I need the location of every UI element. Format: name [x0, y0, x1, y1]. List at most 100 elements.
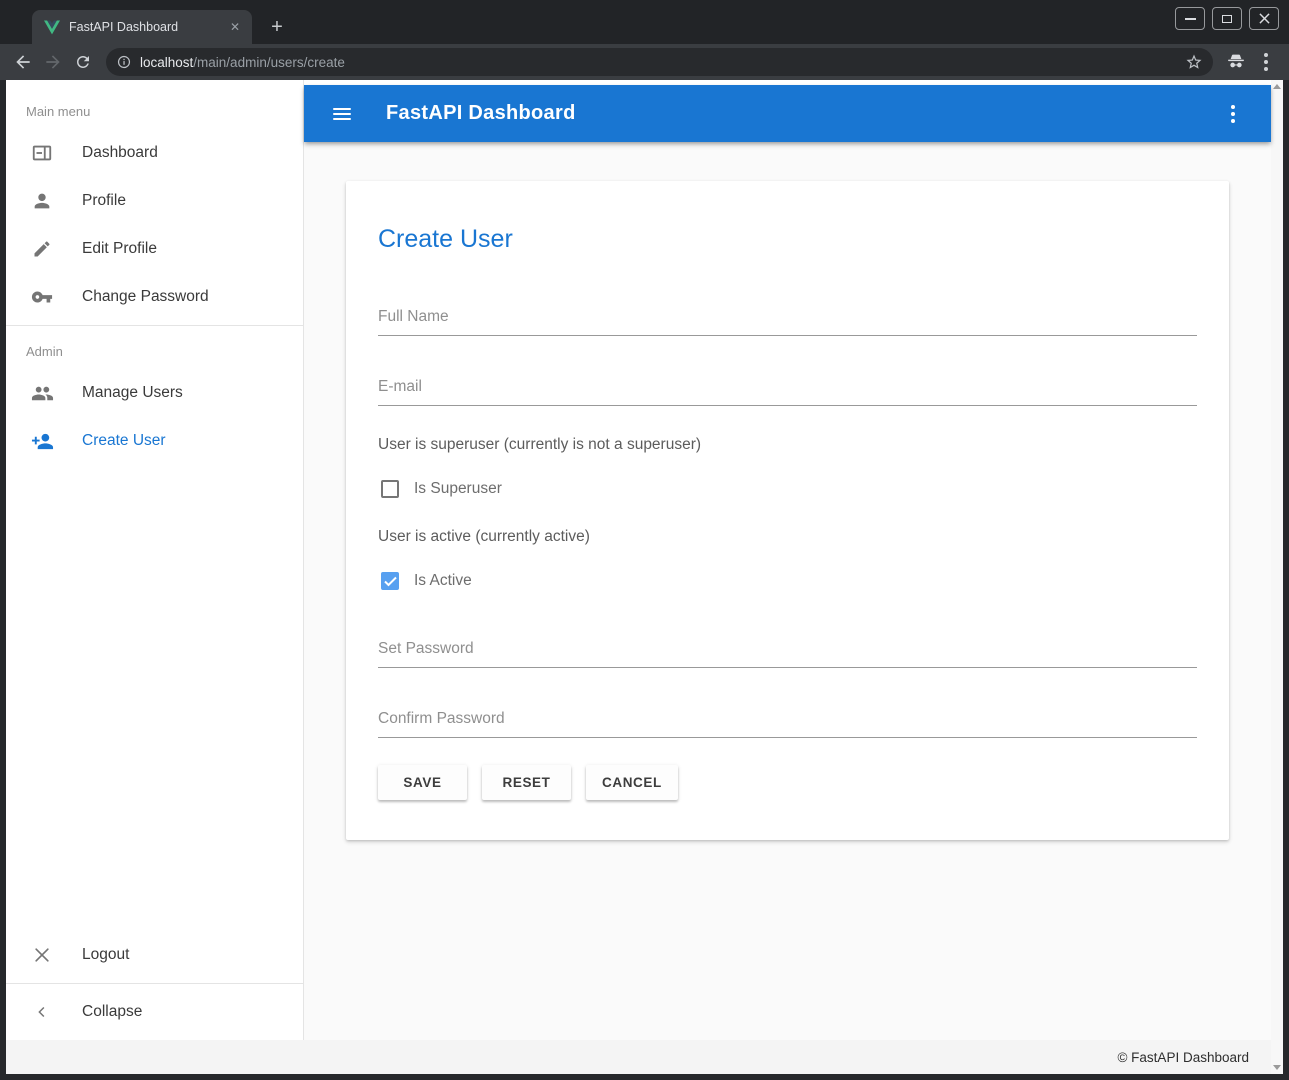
browser-tab-strip: FastAPI Dashboard ✕ +: [0, 0, 1289, 44]
footer-copyright: © FastAPI Dashboard: [1117, 1050, 1249, 1065]
maximize-icon: [1222, 15, 1232, 23]
scroll-up-icon[interactable]: [1273, 84, 1281, 89]
forward-arrow-icon: [43, 52, 63, 72]
is-active-checkbox[interactable]: [381, 572, 399, 590]
info-icon[interactable]: [116, 54, 132, 70]
full-name-input[interactable]: [378, 308, 1197, 326]
incognito-indicator: [1221, 47, 1251, 77]
page-viewport: Main menu Dashboard Profile: [0, 80, 1289, 1080]
person-icon: [30, 189, 54, 213]
sidebar-item-label: Change Password: [82, 288, 209, 306]
address-bar[interactable]: localhost/main/admin/users/create: [106, 48, 1213, 76]
email-field-wrap: [378, 378, 1197, 406]
sidebar-item-edit-profile[interactable]: Edit Profile: [6, 225, 303, 273]
sidebar-toggle-button[interactable]: [318, 90, 366, 138]
full-name-field-wrap: [378, 308, 1197, 336]
is-superuser-label: Is Superuser: [414, 480, 502, 498]
sidebar-item-logout[interactable]: Logout: [6, 931, 303, 979]
superuser-hint-text: User is superuser (currently is not a su…: [378, 436, 1197, 454]
browser-toolbar: localhost/main/admin/users/create: [0, 44, 1289, 80]
app-bar: FastAPI Dashboard: [304, 85, 1271, 142]
sidebar-item-label: Dashboard: [82, 144, 158, 162]
back-button[interactable]: [8, 47, 38, 77]
browser-tab[interactable]: FastAPI Dashboard ✕: [32, 10, 252, 44]
sidebar-item-manage-users[interactable]: Manage Users: [6, 369, 303, 417]
key-icon: [30, 285, 54, 309]
sidebar-item-profile[interactable]: Profile: [6, 177, 303, 225]
url-host: localhost: [140, 55, 193, 70]
sidebar-section-main-menu: Main menu: [6, 90, 303, 129]
minimize-icon: [1185, 18, 1196, 20]
reload-icon: [74, 53, 92, 71]
scrollbar[interactable]: [1271, 80, 1283, 1074]
bookmark-button[interactable]: [1181, 49, 1207, 75]
sidebar-item-label: Manage Users: [82, 384, 183, 402]
window-controls: [1175, 7, 1279, 30]
form-actions: SAVE RESET CANCEL: [378, 765, 1197, 800]
url-text[interactable]: localhost/main/admin/users/create: [140, 55, 1181, 70]
create-user-card: Create User User is superuser (currently…: [346, 181, 1229, 840]
vue-logo-icon: [44, 20, 60, 35]
confirm-password-field-wrap: [378, 710, 1197, 738]
new-tab-button[interactable]: +: [264, 14, 290, 40]
page-title: Create User: [378, 225, 1197, 254]
set-password-input[interactable]: [378, 640, 1197, 658]
close-icon: [1259, 13, 1270, 24]
reload-button[interactable]: [68, 47, 98, 77]
tab-title: FastAPI Dashboard: [69, 20, 226, 34]
sidebar-item-dashboard[interactable]: Dashboard: [6, 129, 303, 177]
sidebar-item-create-user[interactable]: Create User: [6, 417, 303, 465]
set-password-field-wrap: [378, 640, 1197, 668]
sidebar-divider: [6, 983, 303, 984]
sidebar-divider: [6, 325, 303, 326]
confirm-password-input[interactable]: [378, 710, 1197, 728]
save-button[interactable]: SAVE: [378, 765, 467, 800]
active-hint-text: User is active (currently active): [378, 528, 1197, 546]
page-content: Create User User is superuser (currently…: [304, 142, 1271, 1040]
sidebar-spacer: [6, 465, 303, 931]
incognito-icon: [1226, 52, 1246, 72]
appbar-menu-button[interactable]: [1209, 90, 1257, 138]
sidebar-item-label: Edit Profile: [82, 240, 157, 258]
forward-button[interactable]: [38, 47, 68, 77]
chevron-left-icon: [30, 1000, 54, 1024]
people-icon: [30, 381, 54, 405]
hamburger-menu-icon: [333, 105, 351, 123]
sidebar-section-admin: Admin: [6, 330, 303, 369]
active-checkbox-row: Is Active: [378, 572, 1197, 590]
sidebar-item-label: Logout: [82, 946, 129, 964]
kebab-menu-icon: [1264, 53, 1268, 71]
main-area: FastAPI Dashboard Create User: [304, 80, 1271, 1040]
logout-x-icon: [30, 943, 54, 967]
email-input[interactable]: [378, 378, 1197, 396]
person-add-icon: [30, 429, 54, 453]
star-icon: [1185, 53, 1203, 71]
url-path: /main/admin/users/create: [193, 55, 345, 70]
appbar-title: FastAPI Dashboard: [386, 102, 576, 125]
dashboard-icon: [30, 141, 54, 165]
is-superuser-checkbox[interactable]: [381, 480, 399, 498]
sidebar-item-change-password[interactable]: Change Password: [6, 273, 303, 321]
superuser-checkbox-row: Is Superuser: [378, 480, 1197, 498]
kebab-menu-icon: [1231, 105, 1235, 123]
sidebar-item-collapse[interactable]: Collapse: [6, 988, 303, 1036]
sidebar-item-label: Collapse: [82, 1003, 142, 1021]
page-main: Main menu Dashboard Profile: [6, 80, 1271, 1040]
scroll-down-icon[interactable]: [1273, 1065, 1281, 1070]
back-arrow-icon: [13, 52, 33, 72]
pencil-icon: [30, 237, 54, 261]
checkmark-icon: [384, 576, 397, 587]
close-button[interactable]: [1249, 7, 1279, 30]
sidebar-item-label: Create User: [82, 432, 166, 450]
sidebar-item-label: Profile: [82, 192, 126, 210]
reset-button[interactable]: RESET: [482, 765, 571, 800]
tab-close-icon[interactable]: ✕: [226, 18, 244, 36]
sidebar: Main menu Dashboard Profile: [6, 80, 304, 1040]
page-footer: © FastAPI Dashboard: [6, 1040, 1271, 1074]
browser-menu-button[interactable]: [1251, 47, 1281, 77]
webpage: Main menu Dashboard Profile: [6, 80, 1271, 1074]
is-active-label: Is Active: [414, 572, 472, 590]
minimize-button[interactable]: [1175, 7, 1205, 30]
cancel-button[interactable]: CANCEL: [586, 765, 678, 800]
maximize-button[interactable]: [1212, 7, 1242, 30]
